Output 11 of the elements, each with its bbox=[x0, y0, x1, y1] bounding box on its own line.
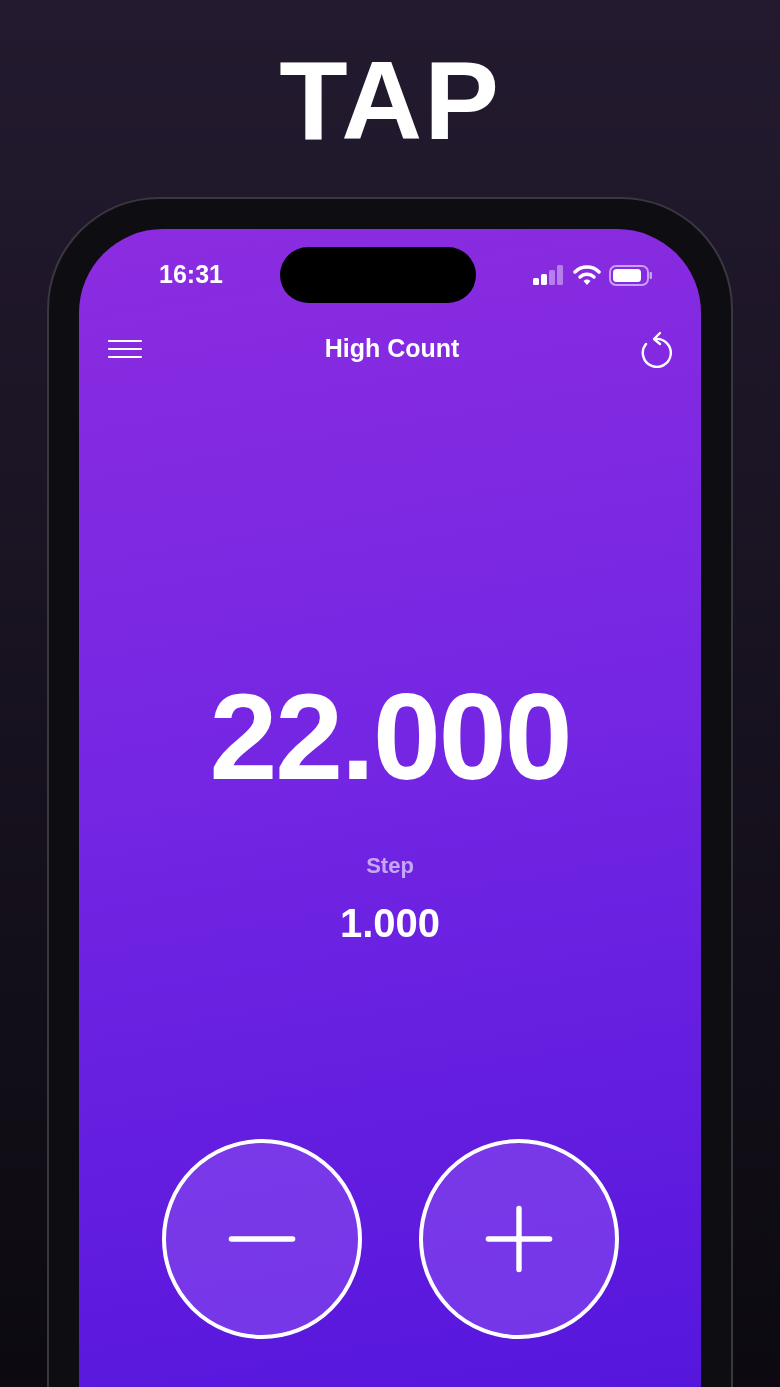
headline: TAP bbox=[278, 45, 502, 157]
wifi-icon bbox=[573, 264, 601, 286]
battery-icon bbox=[609, 264, 653, 286]
reset-icon[interactable] bbox=[641, 330, 675, 368]
counter-value: 22.000 bbox=[209, 676, 571, 798]
status-time: 16:31 bbox=[159, 259, 223, 291]
screen-title: High Count bbox=[324, 333, 460, 365]
step-label: Step bbox=[366, 853, 414, 880]
signal-icon bbox=[533, 265, 565, 285]
step-value: 1.000 bbox=[339, 903, 441, 944]
menu-icon[interactable] bbox=[107, 339, 143, 359]
